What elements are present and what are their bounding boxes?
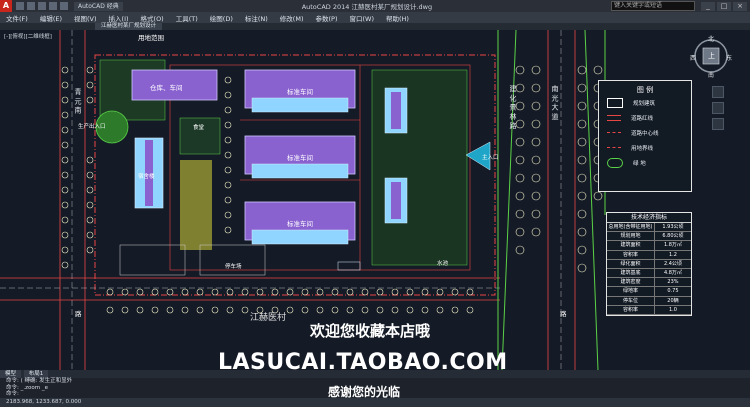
building-workshop-2-light [251,163,349,179]
autocad-logo-icon[interactable]: A [0,0,12,12]
map-label-main-entrance: 主入口 [482,155,499,161]
close-button[interactable]: × [733,1,747,11]
compass-north-label: 北 [708,36,715,43]
map-label-land-boundary: 用地范围 [138,34,164,42]
green-line-2 [501,30,517,370]
window-title: AutoCAD 2014 江赫医村某厂规划设计.dwg [301,3,433,11]
table-row: 停车位 20辆 [607,296,691,306]
menu-dimension[interactable]: 标注(N) [239,13,274,23]
compass-east-label: 东 [726,55,733,62]
table-row: 绿地率 0.75 [607,287,691,297]
view-cube[interactable]: 北 上 西 东 南 [690,34,732,84]
menu-file[interactable]: 文件(F) [0,13,34,23]
tab-model[interactable]: 模型 [0,370,22,378]
map-label-workshop-1: 标准车间 [287,88,313,96]
map-label-dormitory: 宿舍楼 [138,174,155,180]
legend-item-road-center: 道路中心线 [599,125,691,140]
maximize-button[interactable]: □ [717,1,731,11]
navigation-bar [712,86,724,134]
file-tab-bar: 江赫医村某厂规划设计 [0,23,750,30]
building-workshop-3-light [251,229,349,245]
map-label-parking: 停车场 [225,264,242,270]
zoom-icon[interactable] [712,102,724,114]
boundary-swatch-icon [607,147,621,148]
building-office-2-core [391,182,401,219]
minimize-button[interactable]: _ [701,1,715,11]
redo-icon[interactable] [60,2,68,10]
table-row: 总用地(含带征用地) 1.93公顷 [607,223,691,233]
watermark-overlay-text: 江赫医村 [250,313,287,323]
legend-item-road-red: 道路红线 [599,110,691,125]
menu-window[interactable]: 窗口(W) [343,13,380,23]
viewport-controls-label[interactable]: [-][俯视][二维线框] [4,32,52,40]
new-file-icon[interactable] [16,2,24,10]
menu-parametric[interactable]: 参数(P) [309,13,343,23]
table-row: 容积率 1.0 [607,305,691,315]
cube-top-face-label[interactable]: 上 [708,51,715,61]
road-red-swatch-icon [607,114,621,121]
legend-title: 图 例 [636,86,654,94]
map-label-road-right-2: 南 光 大 道 [551,85,559,120]
legend-item-building: 规划建筑 [599,95,691,110]
menu-tools[interactable]: 工具(T) [170,13,204,23]
tab-layout1[interactable]: 布局1 [23,370,49,378]
map-label-workshop-2: 标准车间 [287,154,313,162]
economic-index-title: 技术经济指标 [607,213,691,223]
table-row: 建筑面积 1.8万㎡ [607,241,691,251]
map-label-workshop-3: 标准车间 [287,220,313,228]
legend-panel: 图 例 规划建筑 道路红线 道路中心线 用地界线 绿 地 [598,80,692,192]
window-controls: _ □ × [701,1,747,11]
road-center-swatch-icon [607,132,621,133]
coordinate-readout: 2183.968, 1233.687, 0.000 [6,399,82,405]
watermark-line-2: LASUCAI.TAOBAO.COM [218,350,508,375]
building-office-1-core [391,92,401,129]
map-label-road-right-1: 建 化 景 林 路 [509,85,517,129]
menu-help[interactable]: 帮助(H) [380,13,415,23]
watermark-line-3: 感谢您的光临 [328,385,401,399]
menu-insert[interactable]: 插入(I) [103,13,135,23]
search-input[interactable]: 键入关键字或短语 [611,1,695,11]
table-row: 建筑密度 23% [607,278,691,288]
open-file-icon[interactable] [27,2,35,10]
map-label-road-left: 青 元 南 [74,88,82,114]
building-workshop-1-light [251,97,349,113]
pan-icon[interactable] [712,86,724,98]
map-label-north-road: 路 [560,310,567,318]
watermark-line-1: 欢迎您收藏本店哦 [310,322,431,340]
economic-index-table: 技术经济指标 总用地(含带征用地) 1.93公顷 规划用地 6.80公顷 建筑面积 1… [606,212,692,316]
quick-access-toolbar [16,2,68,10]
map-label-pool: 水池 [437,261,449,267]
green-line-3 [584,30,599,370]
table-row: 建筑基底 4.8万㎡ [607,268,691,279]
undo-icon[interactable] [49,2,57,10]
basketball-court [119,244,186,276]
building-swatch-icon [607,97,623,108]
menu-modify[interactable]: 修改(M) [274,13,310,23]
orbit-icon[interactable] [712,118,724,130]
green-swatch-icon [607,157,623,168]
map-label-road-bottom: 路 [75,310,82,318]
table-row: 容积率 1.2 [607,250,691,260]
table-row: 绿化面积 2.4公顷 [607,259,691,269]
tab-drawing[interactable]: 江赫医村某厂规划设计 [95,23,163,30]
workspace-selector[interactable]: AutoCAD 经典 [74,1,123,11]
map-label-canteen: 食堂 [193,125,205,131]
menu-edit[interactable]: 编辑(E) [34,13,68,23]
menu-view[interactable]: 视图(V) [68,13,103,23]
menu-draw[interactable]: 绘图(D) [204,13,239,23]
compass-west-label: 西 [690,55,697,62]
compass-south-label: 南 [708,72,715,79]
menu-bar: 文件(F) 编辑(E) 视图(V) 插入(I) 格式(O) 工具(T) 绘图(D… [0,12,750,23]
legend-item-green: 绿 地 [599,155,691,170]
title-bar: A AutoCAD 经典 AutoCAD 2014 江赫医村某厂规划设计.dwg… [0,0,750,12]
map-label-warehouse: 仓库、车间 [150,84,183,92]
map-label-side-entrance: 生产出入口 [78,124,106,130]
menu-format[interactable]: 格式(O) [135,13,170,23]
stair-area [180,160,212,250]
legend-item-boundary: 用地界线 [599,140,691,155]
table-row: 规划用地 6.80公顷 [607,232,691,242]
save-icon[interactable] [38,2,46,10]
pool-rect [337,261,361,271]
